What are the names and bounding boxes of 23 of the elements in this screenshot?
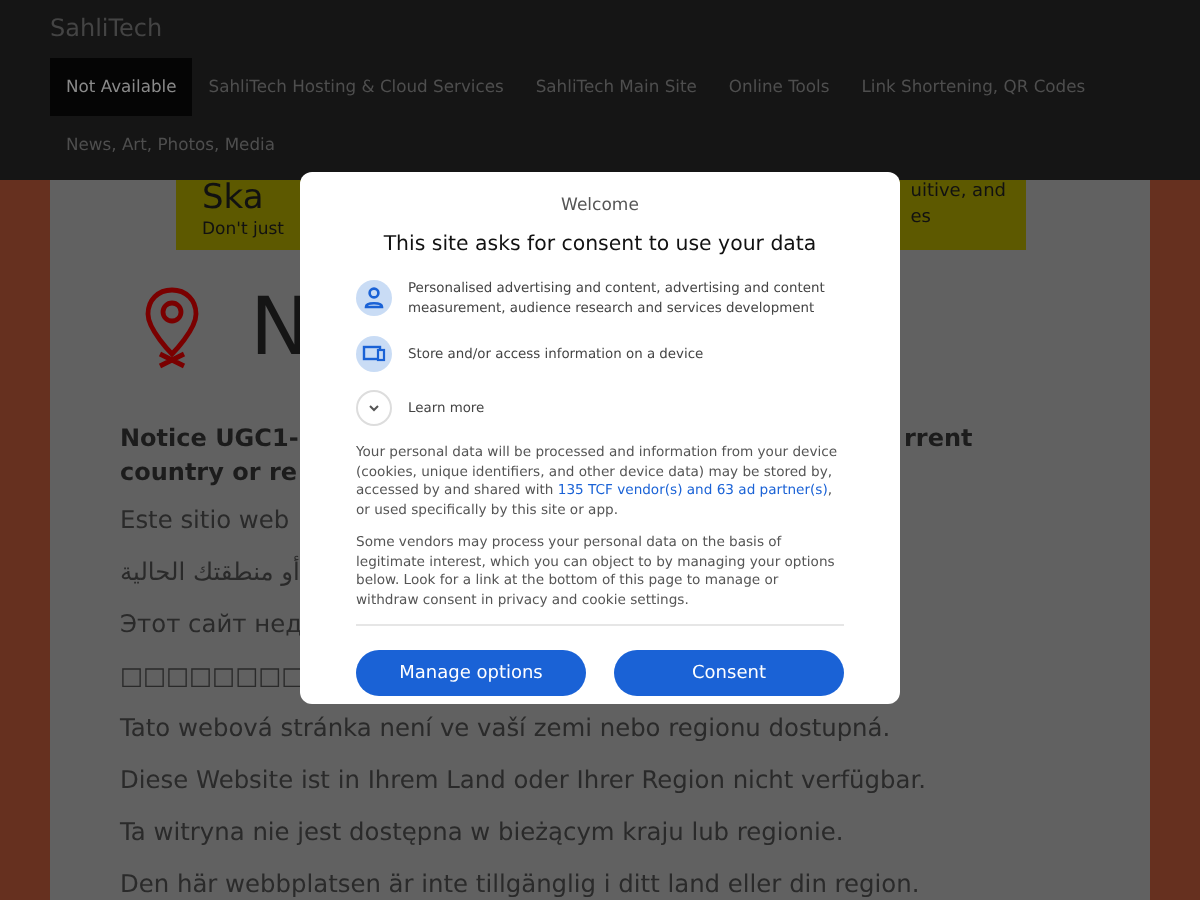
nav-link[interactable]: SahliTech Main Site (519, 58, 713, 116)
notice-heading: Notice UGC1- (120, 422, 299, 456)
banner-title: Ska (202, 180, 266, 218)
notice-text: أو منطقتك الحالية (120, 553, 300, 590)
notice-heading: country or re (120, 456, 297, 490)
consent-button[interactable]: Consent (614, 650, 844, 696)
banner-text: uitive, and (910, 180, 1006, 206)
location-pin-icon (144, 286, 200, 370)
banner-tagline: Don't just (202, 218, 285, 242)
nav-link[interactable]: SahliTech Hosting & Cloud Services (192, 58, 520, 116)
nav-link[interactable]: Link Shortening, QR Codes (845, 58, 1102, 116)
notice-text: □□□□□□□□ (120, 660, 305, 694)
nav-link[interactable]: Online Tools (712, 58, 846, 116)
manage-options-button[interactable]: Manage options (356, 650, 586, 696)
notice-heading: rrent (904, 422, 973, 456)
dialog-title: This site asks for consent to use your data (381, 234, 819, 256)
device-icon (356, 336, 392, 372)
nav-link[interactable]: News, Art, Photos, Media (50, 116, 291, 174)
dialog-subtitle: Welcome (559, 196, 641, 216)
nav-link[interactable]: Not Available (50, 58, 193, 116)
banner-text: es (910, 206, 933, 232)
person-icon (356, 280, 392, 316)
chevron-icon[interactable] (356, 390, 392, 426)
